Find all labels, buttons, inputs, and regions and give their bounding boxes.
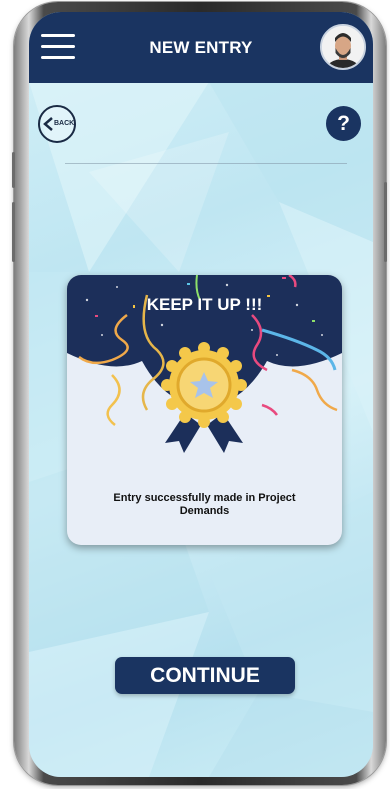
- continue-button[interactable]: CONTINUE: [115, 657, 295, 694]
- phone-side-button: [12, 202, 15, 262]
- back-button[interactable]: BACK: [38, 105, 76, 143]
- success-message: Entry successfully made in Project Deman…: [113, 492, 296, 517]
- app-screen: NEW ENTRY BACK ? KEEP IT UP !!! Entry su…: [29, 12, 373, 777]
- user-avatar-icon[interactable]: [320, 24, 366, 70]
- success-card: KEEP IT UP !!! Entry successfully made i…: [67, 275, 342, 545]
- divider: [65, 163, 347, 164]
- phone-side-button: [384, 182, 387, 262]
- card-title: KEEP IT UP !!!: [146, 295, 263, 314]
- help-button[interactable]: ?: [326, 106, 361, 141]
- app-header: NEW ENTRY: [29, 12, 373, 83]
- back-label: BACK: [54, 120, 75, 127]
- phone-side-button: [12, 152, 15, 188]
- chevron-left-icon: [43, 117, 53, 131]
